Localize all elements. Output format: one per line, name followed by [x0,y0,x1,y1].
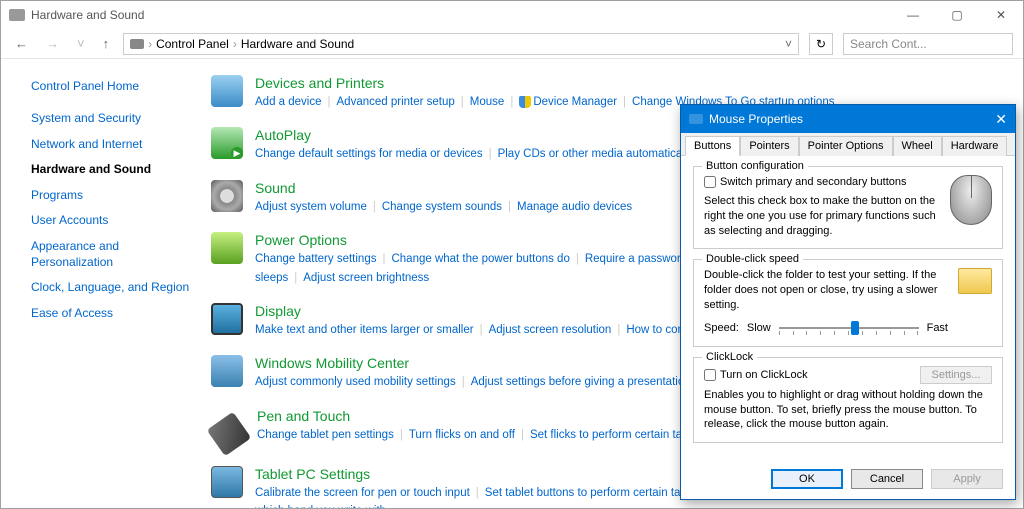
up-button[interactable]: ↑ [99,34,114,53]
category-link[interactable]: Change battery settings [255,253,376,265]
dialog-tab[interactable]: Pointer Options [799,136,893,156]
clicklock-settings-button: Settings... [920,366,992,384]
breadcrumb-item[interactable]: Hardware and Sound [241,37,354,51]
category-link[interactable]: Device Manager [533,96,617,108]
clicklock-group: ClickLock Turn on ClickLock Settings... … [693,357,1003,444]
sidebar-item[interactable]: System and Security [31,111,191,127]
dialog-tab[interactable]: Pointers [740,136,798,156]
category-link[interactable]: Change tablet pen settings [257,429,394,441]
close-button[interactable]: ✕ [979,1,1023,29]
category-link[interactable]: Advanced printer setup [337,96,455,108]
shield-icon [519,96,531,108]
dialog-titlebar: Mouse Properties ✕ [681,105,1015,133]
switch-buttons-checkbox[interactable]: Switch primary and secondary buttons [704,175,940,190]
sidebar-item[interactable]: Appearance and Personalization [31,239,191,270]
category-link[interactable]: Set flicks to perform certain tasks [530,429,699,441]
category-icon [207,411,252,456]
address-dropdown-icon[interactable]: ˅ [785,37,792,51]
address-icon [130,39,144,49]
control-panel-icon [9,9,25,21]
category-link[interactable]: Change default settings for media or dev… [255,148,483,160]
category-link[interactable]: Manage audio devices [517,201,632,213]
category-title[interactable]: Devices and Printers [255,75,1003,91]
sidebar-item[interactable]: Programs [31,188,191,204]
refresh-button[interactable]: ↻ [809,33,833,55]
category-icon [211,466,243,498]
category-link[interactable]: Adjust screen brightness [303,272,429,284]
breadcrumb-item[interactable]: Control Panel [156,37,229,51]
category-link[interactable]: Change what the power buttons do [391,253,569,265]
category-link[interactable]: Mouse [470,96,505,108]
category-link[interactable]: Adjust settings before giving a presenta… [471,376,691,388]
recent-menu[interactable]: ˅ [73,34,89,53]
address-bar[interactable]: › Control Panel › Hardware and Sound ˅ [123,33,799,55]
dialog-close-button[interactable]: ✕ [995,111,1007,128]
category-icon [211,355,243,387]
sidebar-item[interactable]: Network and Internet [31,137,191,153]
clicklock-desc: Enables you to highlight or drag without… [704,388,992,433]
ok-button[interactable]: OK [771,469,843,489]
maximize-button[interactable]: ▢ [935,1,979,29]
category-link[interactable]: Play CDs or other media automatically [498,148,694,160]
category-link[interactable]: Adjust system volume [255,201,367,213]
sidebar-item[interactable]: User Accounts [31,213,191,229]
dialog-title: Mouse Properties [709,112,803,126]
category-icon [211,232,243,264]
category-link[interactable]: Add a device [255,96,322,108]
double-click-speed-slider[interactable] [779,327,919,329]
test-folder-icon[interactable] [958,268,992,294]
button-config-desc: Select this check box to make the button… [704,194,940,239]
cancel-button[interactable]: Cancel [851,469,923,489]
dialog-tab[interactable]: Wheel [893,136,942,156]
category-link[interactable]: Calibrate the screen for pen or touch in… [255,487,470,499]
category-link[interactable]: Turn flicks on and off [409,429,515,441]
forward-button[interactable]: → [42,34,63,53]
mouse-properties-dialog: Mouse Properties ✕ ButtonsPointersPointe… [680,104,1016,500]
navbar: ← → ˅ ↑ › Control Panel › Hardware and S… [1,29,1023,59]
sidebar-item[interactable]: Ease of Access [31,306,191,322]
apply-button[interactable]: Apply [931,469,1003,489]
sidebar: Control Panel Home System and Security Ne… [1,59,201,508]
category-link[interactable]: Set tablet buttons to perform certain ta… [485,487,698,499]
category-icon [211,303,243,335]
category-icon [211,75,243,107]
mouse-icon [689,114,703,124]
category-icon [211,127,243,159]
clicklock-checkbox[interactable]: Turn on ClickLock [704,369,808,381]
window-title: Hardware and Sound [31,8,144,22]
button-configuration-group: Button configuration Switch primary and … [693,166,1003,249]
search-input[interactable]: Search Cont... [843,33,1013,55]
category-icon [211,180,243,212]
dialog-tabs: ButtonsPointersPointer OptionsWheelHardw… [681,133,1015,156]
dialog-tab[interactable]: Buttons [685,136,740,156]
mouse-illustration [950,175,992,225]
sidebar-item[interactable]: Clock, Language, and Region [31,280,191,296]
category-link[interactable]: Adjust commonly used mobility settings [255,376,456,388]
control-panel-home-link[interactable]: Control Panel Home [31,79,191,93]
double-click-speed-group: Double-click speed Double-click the fold… [693,259,1003,346]
sidebar-item[interactable]: Hardware and Sound [31,162,191,178]
titlebar: Hardware and Sound — ▢ ✕ [1,1,1023,29]
category-link[interactable]: Change system sounds [382,201,502,213]
double-click-desc: Double-click the folder to test your set… [704,268,948,313]
category-link[interactable]: Adjust screen resolution [489,324,612,336]
minimize-button[interactable]: — [891,1,935,29]
dialog-tab[interactable]: Hardware [942,136,1008,156]
back-button[interactable]: ← [11,34,32,53]
category-link[interactable]: Make text and other items larger or smal… [255,324,474,336]
